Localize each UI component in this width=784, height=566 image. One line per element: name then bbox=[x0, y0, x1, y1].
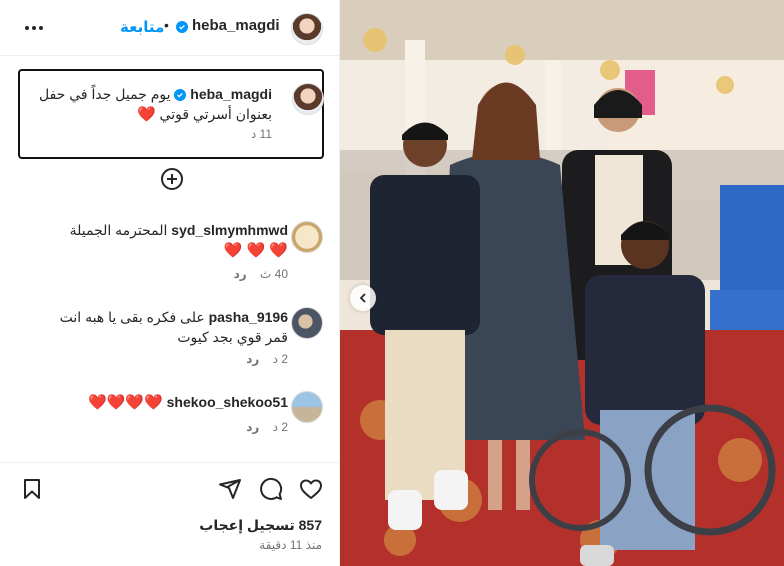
caption-time: 11 د bbox=[250, 127, 272, 141]
comment-item: shekoo_shekoo51 ❤️❤️❤️❤️ 2 د رد bbox=[0, 390, 340, 450]
verified-icon bbox=[174, 89, 187, 102]
more-icon bbox=[25, 26, 29, 30]
comment-body: المحترمه الجميلة bbox=[69, 222, 168, 238]
bookmark-icon[interactable] bbox=[20, 477, 44, 501]
avatar[interactable] bbox=[291, 13, 323, 45]
comment-icon[interactable] bbox=[259, 477, 283, 501]
comment-text: syd_slmymhmwd المحترمه الجميلة ❤️ ❤️ ❤️ bbox=[38, 220, 288, 261]
comment-username[interactable]: syd_slmymhmwd bbox=[171, 222, 288, 238]
header-username[interactable]: heba_magdi bbox=[192, 17, 280, 34]
comment-avatar[interactable] bbox=[291, 391, 323, 423]
comment-item: syd_slmymhmwd المحترمه الجميلة ❤️ ❤️ ❤️ … bbox=[0, 218, 340, 288]
comment-meta: 2 د رد bbox=[236, 352, 288, 366]
caption-username[interactable]: heba_magdi bbox=[190, 86, 272, 102]
share-icon[interactable] bbox=[218, 477, 242, 501]
caption-text: heba_magdi يوم جميل جداً في حفل بعنوان أ… bbox=[32, 84, 272, 125]
comment-time: 40 ث bbox=[260, 267, 288, 281]
like-icon[interactable] bbox=[299, 477, 323, 501]
post-photo bbox=[340, 0, 784, 566]
comment-time: 2 د bbox=[272, 420, 288, 434]
post-sidebar: متابعة • heba_magdi heba_magdi يوم جميل … bbox=[0, 0, 340, 566]
reply-button[interactable]: رد bbox=[246, 352, 259, 366]
comment-avatar[interactable] bbox=[291, 221, 323, 253]
add-comment-icon[interactable] bbox=[160, 167, 184, 191]
previous-photo-button[interactable] bbox=[350, 285, 376, 311]
comment-username[interactable]: shekoo_shekoo51 bbox=[167, 394, 288, 410]
comment-meta: 2 د رد bbox=[236, 420, 288, 434]
separator-dot: • bbox=[164, 17, 169, 33]
heart-emoji: ❤️ bbox=[136, 106, 156, 123]
comment-text: shekoo_shekoo51 ❤️❤️❤️❤️ bbox=[38, 392, 288, 413]
heart-emoji: ❤️ ❤️ ❤️ bbox=[223, 242, 288, 259]
comment-time: 2 د bbox=[272, 352, 288, 366]
likes-count[interactable]: 857 تسجيل إعجاب bbox=[199, 517, 322, 534]
comment-item: pasha_9196 على فكره بقى يا هبه انت قمر ق… bbox=[0, 305, 340, 375]
comment-text: pasha_9196 على فكره بقى يا هبه انت قمر ق… bbox=[38, 307, 288, 347]
comment-avatar[interactable] bbox=[291, 307, 323, 339]
verified-icon bbox=[176, 21, 188, 33]
heart-emoji: ❤️❤️❤️❤️ bbox=[88, 394, 163, 411]
comment-meta: 40 ث رد bbox=[224, 267, 288, 281]
comment-username[interactable]: pasha_9196 bbox=[209, 309, 288, 325]
follow-button[interactable]: متابعة bbox=[120, 18, 164, 36]
post-actions: 857 تسجيل إعجاب منذ 11 دقيقة bbox=[0, 462, 340, 566]
photo-illustration bbox=[340, 0, 784, 566]
caption-avatar[interactable] bbox=[292, 83, 324, 115]
caption: heba_magdi يوم جميل جداً في حفل بعنوان أ… bbox=[18, 69, 324, 159]
more-options-button[interactable] bbox=[22, 17, 46, 39]
post-header: متابعة • heba_magdi bbox=[0, 0, 340, 56]
chevron-left-icon bbox=[359, 293, 366, 303]
post-time: منذ 11 دقيقة bbox=[259, 538, 322, 552]
reply-button[interactable]: رد bbox=[246, 420, 259, 434]
reply-button[interactable]: رد bbox=[234, 267, 247, 281]
